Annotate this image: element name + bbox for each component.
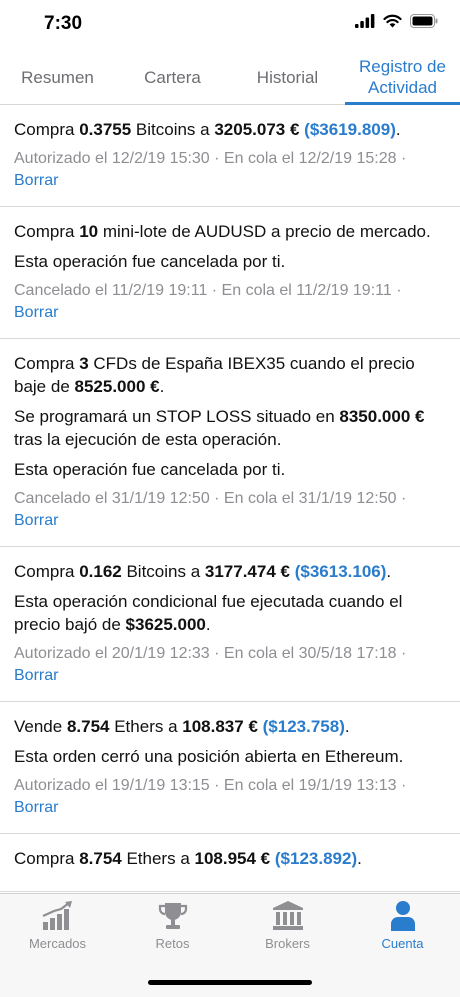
- tab-resumen[interactable]: Resumen: [0, 50, 115, 104]
- activity-feed[interactable]: Compra 0.3755 Bitcoins a 3205.073 € ($36…: [0, 105, 460, 893]
- operation-text: Compra 0.162 Bitcoins a 3177.474 € ($361…: [14, 562, 392, 581]
- operation-text: Compra 10 mini-lote de AUDUSD a precio d…: [14, 222, 431, 241]
- operation-text: Compra 0.3755 Bitcoins a 3205.073 € ($36…: [14, 120, 401, 139]
- delete-link[interactable]: Borrar: [14, 302, 446, 324]
- delete-link[interactable]: Borrar: [14, 665, 446, 687]
- status-icons: [355, 14, 438, 28]
- trophy-icon: [158, 903, 187, 929]
- condition-text: Esta operación condicional fue ejecutada…: [14, 592, 403, 634]
- delete-link[interactable]: Borrar: [14, 510, 446, 532]
- list-item: Compra 0.162 Bitcoins a 3177.474 € ($361…: [0, 547, 460, 702]
- operation-status-text: Esta operación fue cancelada por ti.: [14, 252, 286, 271]
- wifi-icon: [383, 14, 402, 28]
- list-item: Compra 3 CFDs de España IBEX35 cuando el…: [0, 339, 460, 547]
- operation-meta: Cancelado el 31/1/19 12:50 · En cola el …: [14, 490, 407, 507]
- tabbar-mercados[interactable]: Mercados: [0, 900, 115, 960]
- operation-meta: Autorizado el 19/1/19 13:15 · En cola el…: [14, 777, 407, 794]
- operation-meta: Cancelado el 11/2/19 19:11 · En cola el …: [14, 282, 402, 299]
- list-item: Compra 10 mini-lote de AUDUSD a precio d…: [0, 207, 460, 339]
- tabbar-brokers[interactable]: Brokers: [230, 900, 345, 960]
- segment-tabs: Resumen Cartera Historial Registro de Ac…: [0, 50, 460, 105]
- tabbar-cuenta[interactable]: Cuenta: [345, 900, 460, 960]
- operation-text: Compra 3 CFDs de España IBEX35 cuando el…: [14, 354, 415, 396]
- operation-status-text: Esta operación fue cancelada por ti.: [14, 460, 286, 479]
- delete-link[interactable]: Borrar: [14, 797, 446, 819]
- list-item: Compra 0.3755 Bitcoins a 3205.073 € ($36…: [0, 105, 460, 207]
- battery-icon: [410, 14, 438, 28]
- home-indicator: [148, 980, 312, 985]
- status-time: 7:30: [44, 13, 83, 34]
- delete-link[interactable]: Borrar: [14, 170, 446, 192]
- bank-icon: [272, 901, 303, 930]
- user-icon: [390, 901, 415, 931]
- operation-meta: Autorizado el 20/1/19 12:33 · En cola el…: [14, 645, 407, 662]
- stop-loss-text: Se programará un STOP LOSS situado en 83…: [14, 407, 425, 449]
- status-bar: 7:30: [0, 0, 460, 50]
- tab-cartera[interactable]: Cartera: [115, 50, 230, 104]
- operation-text: Vende 8.754 Ethers a 108.837 € ($123.758…: [14, 717, 350, 736]
- operation-meta: Autorizado el 12/2/19 15:30 · En cola el…: [14, 150, 407, 167]
- tab-registro-actividad[interactable]: Registro de Actividad: [345, 50, 460, 104]
- signal-icon: [355, 14, 375, 28]
- list-item: Vende 8.754 Ethers a 108.837 € ($123.758…: [0, 702, 460, 834]
- operation-status-text: Esta orden cerró una posición abierta en…: [14, 747, 404, 766]
- operation-text: Compra 8.754 Ethers a 108.954 € ($123.89…: [14, 849, 362, 868]
- list-item: Compra 8.754 Ethers a 108.954 € ($123.89…: [0, 834, 460, 892]
- tabbar-retos[interactable]: Retos: [115, 900, 230, 960]
- chart-growth-icon: [42, 901, 72, 930]
- tab-historial[interactable]: Historial: [230, 50, 345, 104]
